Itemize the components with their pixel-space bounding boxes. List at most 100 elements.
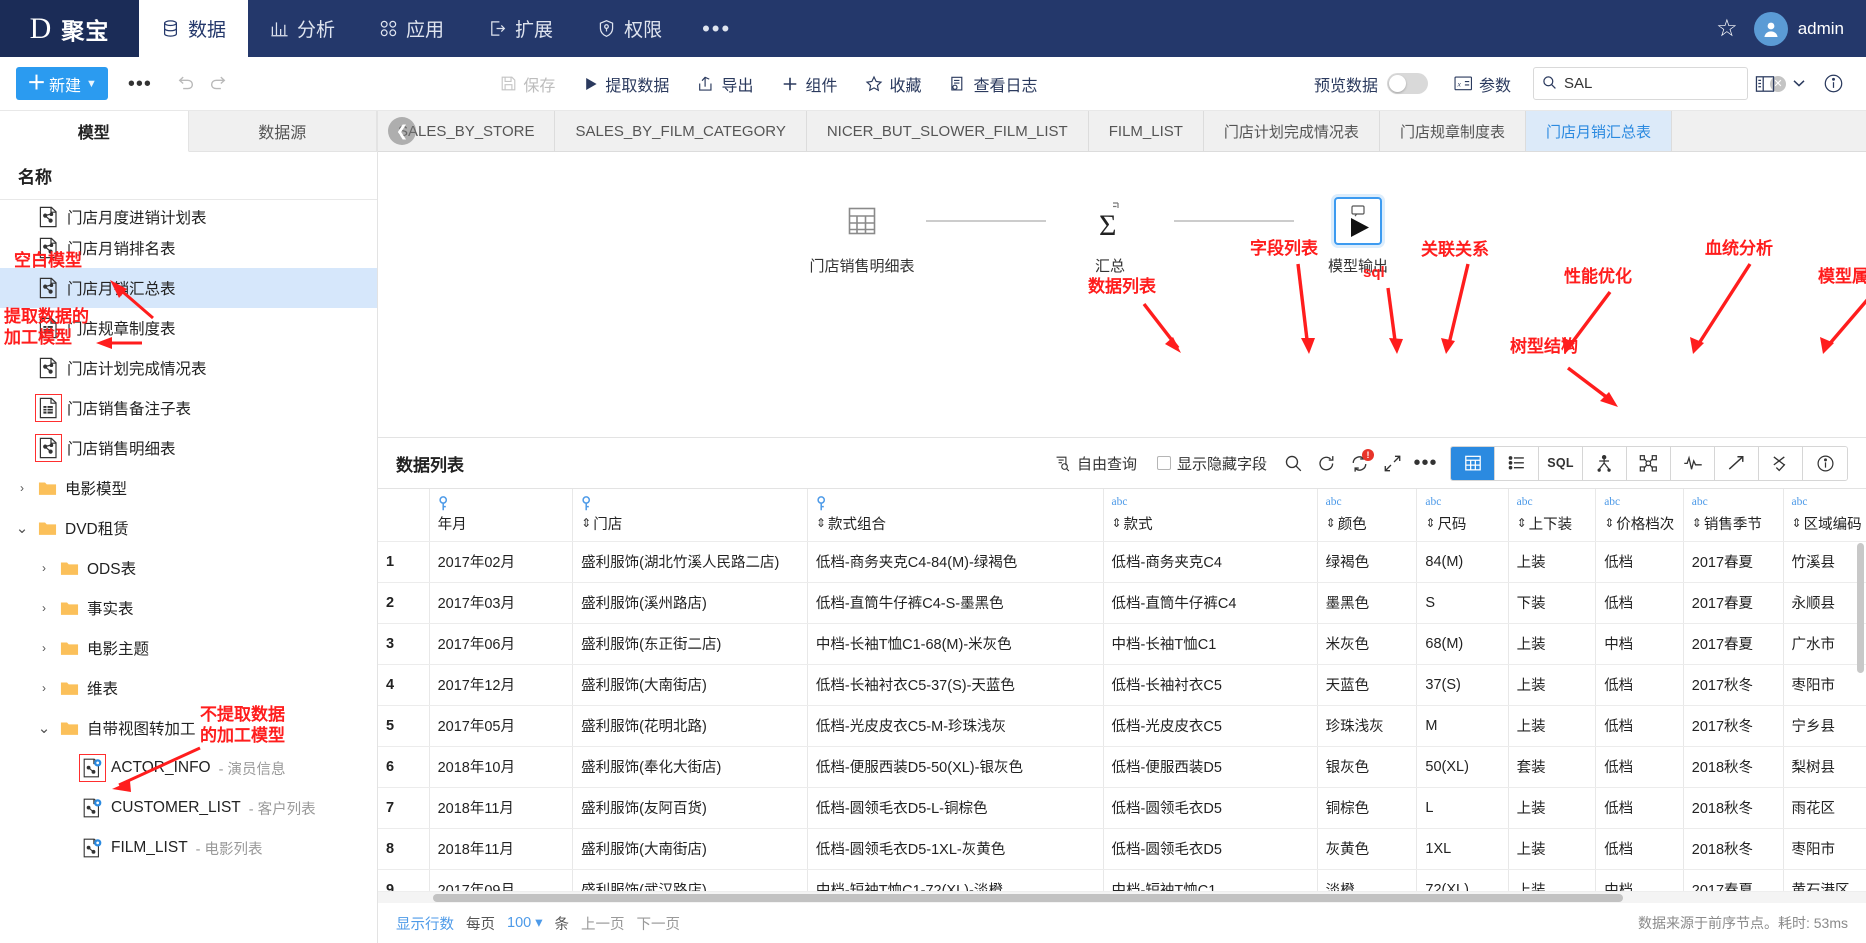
data-table-scroll-area[interactable]: 年月 ⇕ 门店 ⇕ 款式组合 abc ⇕ 款式 abc ⇕ 颜色 abc ⇕ 尺码 abc ⇕ 上下装 abc ⇕ 价… [378,488,1866,891]
grid-view-icon[interactable] [1451,446,1495,480]
table-row[interactable]: 5 2017年05月 盛利服饰(花明北路) 低档-光皮皮衣C5-M-珍珠浅灰 低档-光皮… [378,705,1866,747]
sql-icon[interactable]: SQL [1539,446,1583,480]
table-row[interactable]: 7 2018年11月 盛利服饰(友阿百货) 低档-圆领毛衣D5-L-铜棕色 低档-圆领毛… [378,787,1866,829]
column-header[interactable]: abc ⇕ 区域编码 [1783,489,1866,542]
chevron-right-icon[interactable]: › [36,641,52,655]
nav-item-analysis[interactable]: 分析 [248,0,357,57]
table-row[interactable]: 6 2018年10月 盛利服饰(奉化大街店) 低档-便服西装D5-50(XL)-银灰色… [378,746,1866,788]
lineage-icon[interactable] [1715,446,1759,480]
tab-scroll-left-icon[interactable]: ❮ [388,117,416,145]
column-header[interactable]: ⇕ 门店 [572,489,808,542]
document-tab[interactable]: 门店月销汇总表 [1525,111,1672,151]
tree-node[interactable]: › 事实表 [0,588,377,628]
export-button[interactable]: 导出 [683,72,767,96]
chevron-right-icon[interactable]: › [36,601,52,615]
free-query-button[interactable]: 自由查询 [1044,453,1147,474]
tree-node[interactable]: ACTOR_INFO - 演员信息 [0,748,377,788]
document-tab[interactable]: 门店计划完成情况表 [1203,111,1380,151]
refresh-icon[interactable] [1310,447,1343,480]
view-log-button[interactable]: 查看日志 [935,72,1051,96]
favorite-button[interactable]: 收藏 [851,72,935,96]
new-button[interactable]: ＋ 新建 ▼ [16,67,108,100]
chevron-right-icon[interactable]: › [36,561,52,575]
sort-icon[interactable]: ⇕ [1112,516,1122,530]
tree-node[interactable]: 门店月销汇总表 [0,268,377,308]
parameter-button[interactable]: x 参数 [1440,72,1525,96]
sort-icon[interactable]: ⇕ [816,516,826,530]
tree-node[interactable]: FILM_LIST - 电影列表 [0,828,377,868]
panel-layout-icon[interactable] [1748,67,1782,101]
column-header[interactable]: abc ⇕ 款式 [1103,489,1318,542]
document-tab[interactable]: FILM_LIST [1088,111,1204,151]
user-menu[interactable]: admin [1753,11,1844,46]
chevron-down-icon[interactable]: ⌄ [36,719,52,737]
more-icon[interactable]: ••• [1409,447,1442,480]
table-row[interactable]: 1 2017年02月 盛利服饰(湖北竹溪人民路二店) 低档-商务夹克C4-84(M)-… [378,541,1866,583]
document-tab[interactable]: NICER_BUT_SLOWER_FILM_LIST [806,111,1089,151]
sidebar-tab-model[interactable]: 模型 [0,111,189,152]
nav-item-permission[interactable]: 权限 [575,0,684,57]
next-page-button[interactable]: 下一页 [637,913,681,934]
tree-node[interactable]: CUSTOMER_LIST - 客户列表 [0,788,377,828]
brand-logo-area[interactable]: D 聚宝 [0,0,139,57]
preview-data-switch[interactable] [1386,73,1428,94]
column-header[interactable]: abc ⇕ 颜色 [1317,489,1418,542]
star-icon[interactable]: ☆ [1716,14,1738,43]
tree-node[interactable]: ⌄ 自带视图转加工 [0,708,377,748]
sort-icon[interactable]: ⇕ [1604,516,1614,530]
chevron-down-icon[interactable]: ⌄ [14,519,30,537]
tree-node[interactable]: › 维表 [0,668,377,708]
vertical-scrollbar[interactable] [1857,543,1864,673]
horizontal-scrollbar-thumb[interactable] [433,894,1623,902]
chevron-down-icon[interactable] [1782,67,1816,101]
chevron-right-icon[interactable]: › [14,481,30,495]
column-header[interactable]: abc ⇕ 销售季节 [1683,489,1784,542]
flow-node-aggregate[interactable]: Σ 汇总 [1046,197,1174,276]
sort-icon[interactable]: ⇕ [1326,516,1336,530]
tree-node[interactable]: 门店销售备注子表 [0,388,377,428]
show-rows-link[interactable]: 显示行数 [396,913,454,934]
table-row[interactable]: 8 2018年11月 盛利服饰(大南街店) 低档-圆领毛衣D5-1XL-灰黄色 低档-圆… [378,828,1866,870]
tree-node[interactable]: 门店规章制度表 [0,308,377,348]
flow-node-output[interactable]: 模型输出 [1294,197,1422,276]
table-row[interactable]: 2 2017年03月 盛利服饰(溪州路店) 低档-直筒牛仔裤C4-S-墨黑色 低档-直筒… [378,582,1866,624]
save-button[interactable]: 保存 [486,72,569,96]
search-icon[interactable] [1277,447,1310,480]
extract-data-button[interactable]: 提取数据 [569,72,683,96]
tree-node[interactable]: › 电影模型 [0,468,377,508]
column-header[interactable]: abc ⇕ 上下装 [1508,489,1597,542]
prev-page-button[interactable]: 上一页 [581,913,625,934]
sort-icon[interactable]: ⇕ [581,516,591,530]
sync-icon[interactable]: ! [1343,447,1376,480]
model-info-icon[interactable] [1803,446,1847,480]
column-header[interactable]: abc ⇕ 尺码 [1416,489,1509,542]
column-header[interactable]: ⇕ 款式组合 [807,489,1104,542]
sidebar-tab-datasource[interactable]: 数据源 [188,111,377,152]
info-icon[interactable] [1816,67,1850,101]
column-header[interactable]: abc ⇕ 价格档次 [1595,489,1684,542]
nav-item-apps[interactable]: 应用 [357,0,466,57]
column-header[interactable]: 年月 [429,489,574,542]
undo-icon[interactable] [168,67,202,101]
nav-more-button[interactable]: ••• [684,0,749,57]
tree-node[interactable]: ⌄ DVD租赁 [0,508,377,548]
nav-item-extension[interactable]: 扩展 [466,0,575,57]
relation-icon[interactable] [1627,446,1671,480]
tree-node[interactable]: › 电影主题 [0,628,377,668]
model-canvas[interactable]: 门店销售明细表 Σ 汇总 模型输出 数据列表 字段列表 sql 关联关系 性能优… [378,152,1866,437]
tree-node[interactable]: › ODS表 [0,548,377,588]
component-button[interactable]: 组件 [767,72,851,96]
redo-icon[interactable] [202,67,236,101]
per-page-select[interactable]: 100 ▾ [507,915,543,931]
tree-structure-icon[interactable] [1583,446,1627,480]
table-row[interactable]: 4 2017年12月 盛利服饰(大南街店) 低档-长袖衬衣C5-37(S)-天蓝色 低档… [378,664,1866,706]
tree-node[interactable]: 门店月销排名表 [0,228,377,268]
show-hidden-fields-checkbox[interactable]: 显示隐藏字段 [1147,453,1277,474]
document-tab[interactable]: SALES_BY_FILM_CATEGORY [555,111,807,151]
search-input[interactable] [1564,75,1763,92]
toolbar-more-button[interactable]: ••• [108,74,168,94]
document-tab[interactable]: 门店规章制度表 [1379,111,1526,151]
horizontal-scrollbar-track[interactable] [378,891,1866,903]
sort-icon[interactable]: ⇕ [1792,516,1802,530]
flow-node-source[interactable]: 门店销售明细表 [798,197,926,276]
